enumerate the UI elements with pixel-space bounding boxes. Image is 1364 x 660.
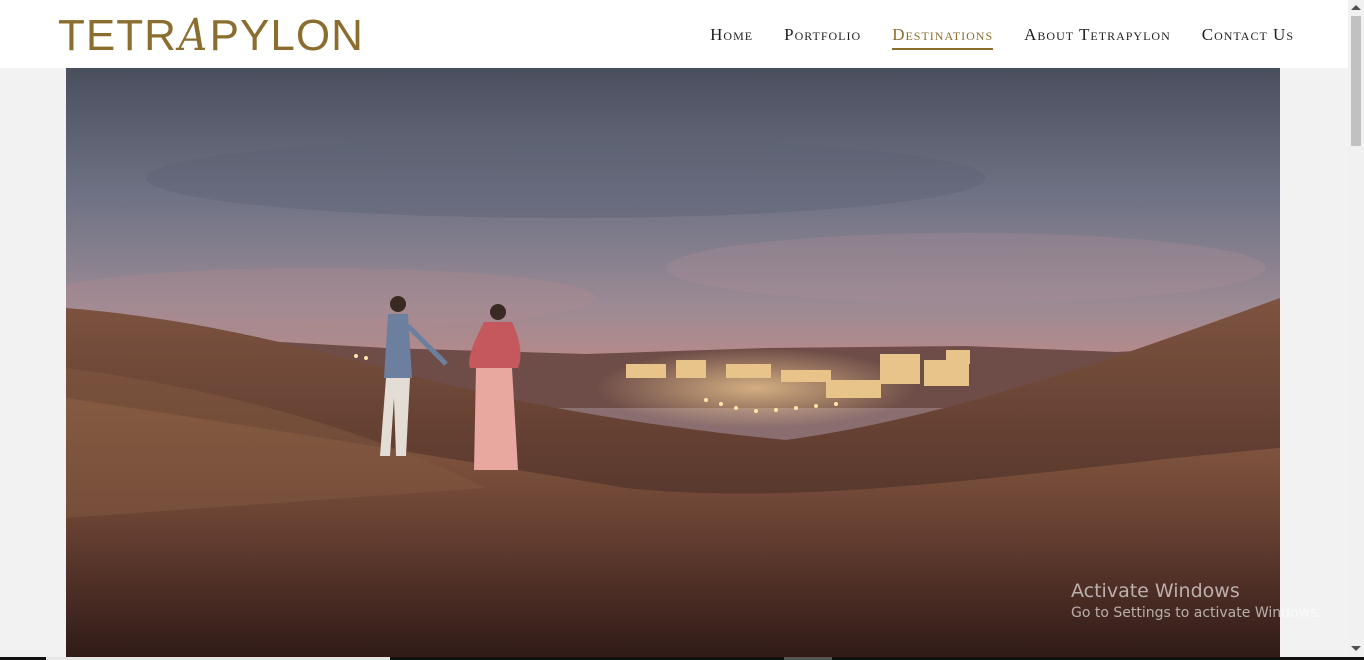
nav-home[interactable]: Home bbox=[710, 24, 753, 50]
scroll-thumb[interactable] bbox=[1351, 16, 1361, 146]
page-scrollbar[interactable] bbox=[1348, 0, 1364, 660]
nav-contact[interactable]: Contact Us bbox=[1202, 24, 1294, 50]
nav-destinations[interactable]: Destinations bbox=[892, 24, 994, 50]
desert-scene-illustration bbox=[66, 68, 1280, 660]
nav-about[interactable]: About Tetrapylon bbox=[1024, 24, 1171, 50]
nav-portfolio[interactable]: Portfolio bbox=[784, 24, 861, 50]
logo-stylized-a: A bbox=[178, 10, 209, 61]
logo-text-start: TETR bbox=[58, 11, 177, 60]
main-nav: Home Portfolio Destinations About Tetrap… bbox=[710, 24, 1294, 50]
scroll-up-arrow-icon[interactable] bbox=[1351, 5, 1361, 10]
site-header: TETRAPYLON Home Portfolio Destinations A… bbox=[0, 0, 1348, 68]
watermark-title: Activate Windows bbox=[1071, 580, 1240, 602]
hero-image bbox=[66, 68, 1280, 660]
watermark-subtitle: Go to Settings to activate Windows. bbox=[1071, 605, 1322, 621]
scroll-down-arrow-icon[interactable] bbox=[1351, 646, 1361, 651]
logo-text-end: PYLON bbox=[209, 11, 364, 60]
activate-windows-watermark: Activate Windows Go to Settings to activ… bbox=[1071, 579, 1322, 623]
tetrapylon-logo[interactable]: TETRAPYLON bbox=[58, 10, 364, 62]
